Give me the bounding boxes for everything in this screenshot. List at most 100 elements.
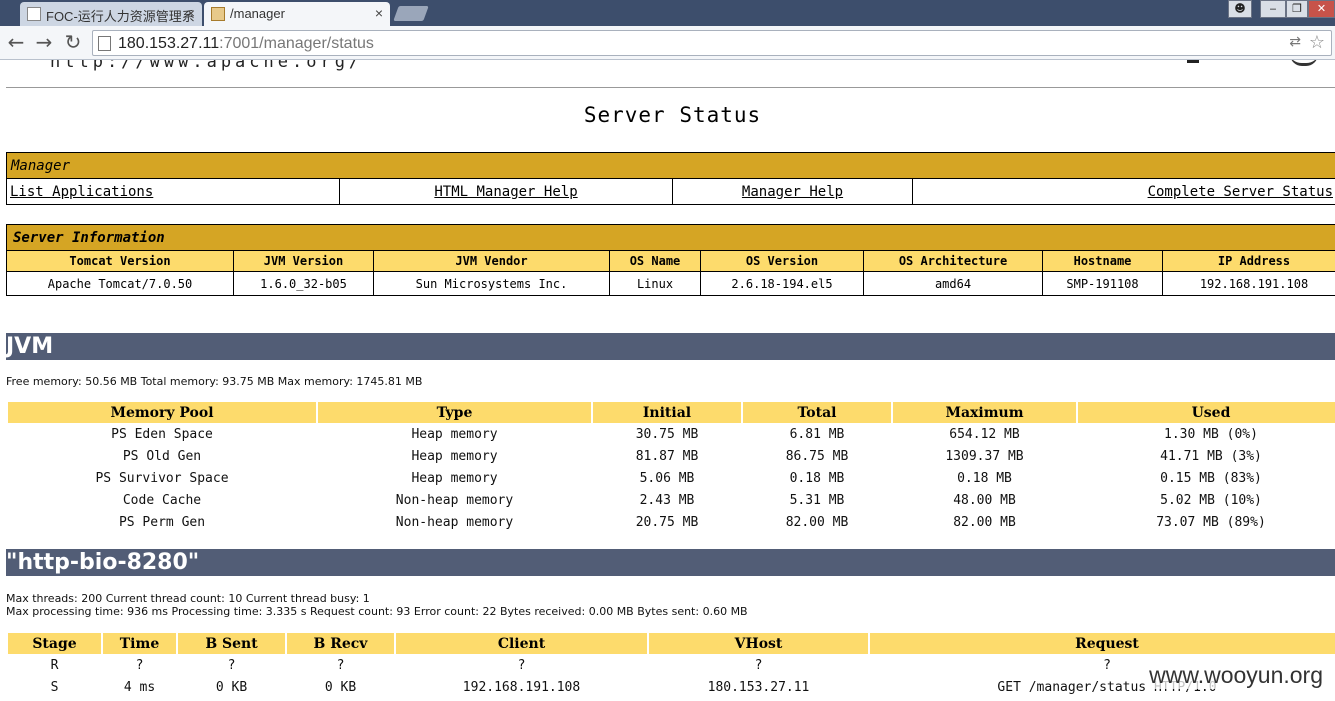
used-size: 1.30 MB (0%) (1164, 426, 1258, 442)
maximum-size: 654.12 MB (949, 426, 1020, 442)
bytes-sent: ? (227, 657, 236, 673)
html-manager-help-link[interactable]: HTML Manager Help (434, 184, 577, 200)
initial-size: 2.43 MB (639, 492, 695, 508)
column-header: Stage (8, 633, 101, 654)
browser-toolbar: ← → ↻ 180.153.27.11:7001/manager/status … (0, 26, 1335, 60)
close-tab-icon[interactable]: × (187, 5, 195, 21)
manager-heading: Manager (6, 152, 1335, 179)
initial-size: 20.75 MB (635, 514, 699, 530)
connector-request-summary: Max processing time: 936 ms Processing t… (6, 605, 748, 618)
url-host: 180.153.27.11 (118, 35, 220, 52)
stage: R (50, 657, 59, 673)
forward-arrow-icon[interactable]: → (32, 30, 56, 54)
column-header: OS Version (700, 250, 864, 272)
complete-server-status-link[interactable]: Complete Server Status (1148, 184, 1333, 200)
table-row: PS Eden Space Heap memory 30.75 MB 6.81 MB 6… (8, 423, 1335, 445)
total-size: 82.00 MB (785, 514, 849, 530)
time: ? (135, 657, 144, 673)
column-header: Type (318, 402, 591, 423)
os-name: Linux (609, 271, 701, 296)
jvm-version: 1.6.0_32-b05 (233, 271, 374, 296)
address-bar[interactable]: 180.153.27.11:7001/manager/status ⇄ ☆ (92, 30, 1332, 56)
jvm-section-heading: JVM (6, 333, 1335, 360)
memory-pool-table: Memory Pool Type Initial Total Maximum U… (6, 402, 1335, 533)
column-header: Hostname (1042, 250, 1163, 272)
page-title: Server Status (583, 103, 762, 127)
manager-table: Manager List Applications HTML Manager H… (6, 152, 1335, 205)
url-text[interactable]: 180.153.27.11:7001/manager/status (118, 35, 374, 53)
hostname: SMP-191108 (1042, 271, 1163, 296)
back-arrow-icon[interactable]: ← (4, 30, 28, 54)
memory-type: Heap memory (411, 426, 498, 442)
list-applications-link[interactable]: List Applications (10, 184, 153, 200)
column-header: B Sent (178, 633, 285, 654)
initial-size: 81.87 MB (635, 448, 699, 464)
tomcat-logo-fragment (1187, 60, 1199, 63)
table-row: PS Old Gen Heap memory 81.87 MB 86.75 MB 130… (8, 445, 1335, 467)
total-size: 86.75 MB (785, 448, 849, 464)
column-header: Time (103, 633, 176, 654)
memory-type: Non-heap memory (395, 514, 514, 530)
url-path: :7001/manager/status (219, 35, 374, 52)
vhost: 180.153.27.11 (707, 679, 810, 695)
jvm-memory-summary: Free memory: 50.56 MB Total memory: 93.7… (6, 375, 423, 388)
client: 192.168.191.108 (462, 679, 581, 695)
used-size: 0.15 MB (83%) (1160, 470, 1262, 486)
restore-button[interactable]: ❐ (1286, 0, 1308, 18)
column-header: OS Architecture (863, 250, 1043, 272)
close-window-button[interactable]: ✕ (1308, 0, 1335, 18)
column-header: Maximum (893, 402, 1076, 423)
memory-pool-name: PS Eden Space (111, 426, 213, 442)
column-header: OS Name (609, 250, 701, 272)
memory-pool-name: PS Survivor Space (95, 470, 229, 486)
column-header: JVM Vendor (373, 250, 610, 272)
maximum-size: 1309.37 MB (945, 448, 1024, 464)
minimize-button[interactable]: ‒ (1260, 0, 1286, 18)
manager-help-link[interactable]: Manager Help (742, 184, 843, 200)
apache-feather-logo-fragment (1290, 60, 1318, 66)
tomcat-version: Apache Tomcat/7.0.50 (6, 271, 234, 296)
total-size: 5.31 MB (789, 492, 845, 508)
watermark: www.wooyun.org (1145, 662, 1327, 689)
column-header: IP Address (1162, 250, 1335, 272)
initial-size: 5.06 MB (639, 470, 695, 486)
table-row: PS Survivor Space Heap memory 5.06 MB 0.18 … (8, 467, 1335, 489)
table-row: Code Cache Non-heap memory 2.43 MB 5.31 MB 4… (8, 489, 1335, 511)
browser-tab-strip: FOC-运行人力资源管理系 × /manager × ☻ ‒ ❐ ✕ (0, 0, 1335, 26)
column-header: Memory Pool (8, 402, 316, 423)
total-size: 6.81 MB (789, 426, 845, 442)
column-header: VHost (649, 633, 868, 654)
bookmark-star-icon[interactable]: ☆ (1309, 32, 1325, 53)
maximum-size: 82.00 MB (953, 514, 1016, 530)
column-header: Used (1078, 402, 1335, 423)
reload-icon[interactable]: ↻ (61, 30, 85, 54)
bytes-sent: 0 KB (215, 679, 248, 695)
translate-icon[interactable]: ⇄ (1289, 34, 1301, 50)
maximum-size: 48.00 MB (953, 492, 1016, 508)
table-row: PS Perm Gen Non-heap memory 20.75 MB 82.00 … (8, 511, 1335, 533)
browser-tab-manager[interactable]: /manager × (204, 2, 390, 26)
user-icon[interactable]: ☻ (1228, 0, 1252, 18)
used-size: 73.07 MB (89%) (1156, 514, 1266, 530)
column-header: B Recv (287, 633, 394, 654)
browser-tab-foc[interactable]: FOC-运行人力资源管理系 × (20, 2, 202, 26)
memory-pool-name: PS Old Gen (122, 448, 202, 464)
close-tab-icon[interactable]: × (375, 5, 383, 21)
os-architecture: amd64 (863, 271, 1043, 296)
apache-url: http://www.apache.org/ (50, 60, 364, 72)
new-tab-button[interactable] (393, 6, 429, 21)
table-row: S 4 ms 0 KB 0 KB 192.168.191.108 180.153.27.1… (8, 676, 1335, 698)
column-header: Request (870, 633, 1335, 654)
tab-label: /manager (230, 6, 285, 21)
column-header: Client (396, 633, 647, 654)
column-header: JVM Version (233, 250, 374, 272)
initial-size: 30.75 MB (635, 426, 699, 442)
memory-type: Heap memory (411, 448, 498, 464)
connector-section-heading: "http-bio-8280" (6, 549, 1335, 576)
divider (6, 87, 1335, 88)
page-icon (27, 7, 41, 21)
jvm-vendor: Sun Microsystems Inc. (373, 271, 610, 296)
request-stage-table: Stage Time B Sent B Recv Client VHost Re… (6, 633, 1335, 698)
page-content: http://www.apache.org/ Server Status Man… (0, 60, 1335, 701)
server-information-heading: Server Information (6, 224, 1335, 251)
